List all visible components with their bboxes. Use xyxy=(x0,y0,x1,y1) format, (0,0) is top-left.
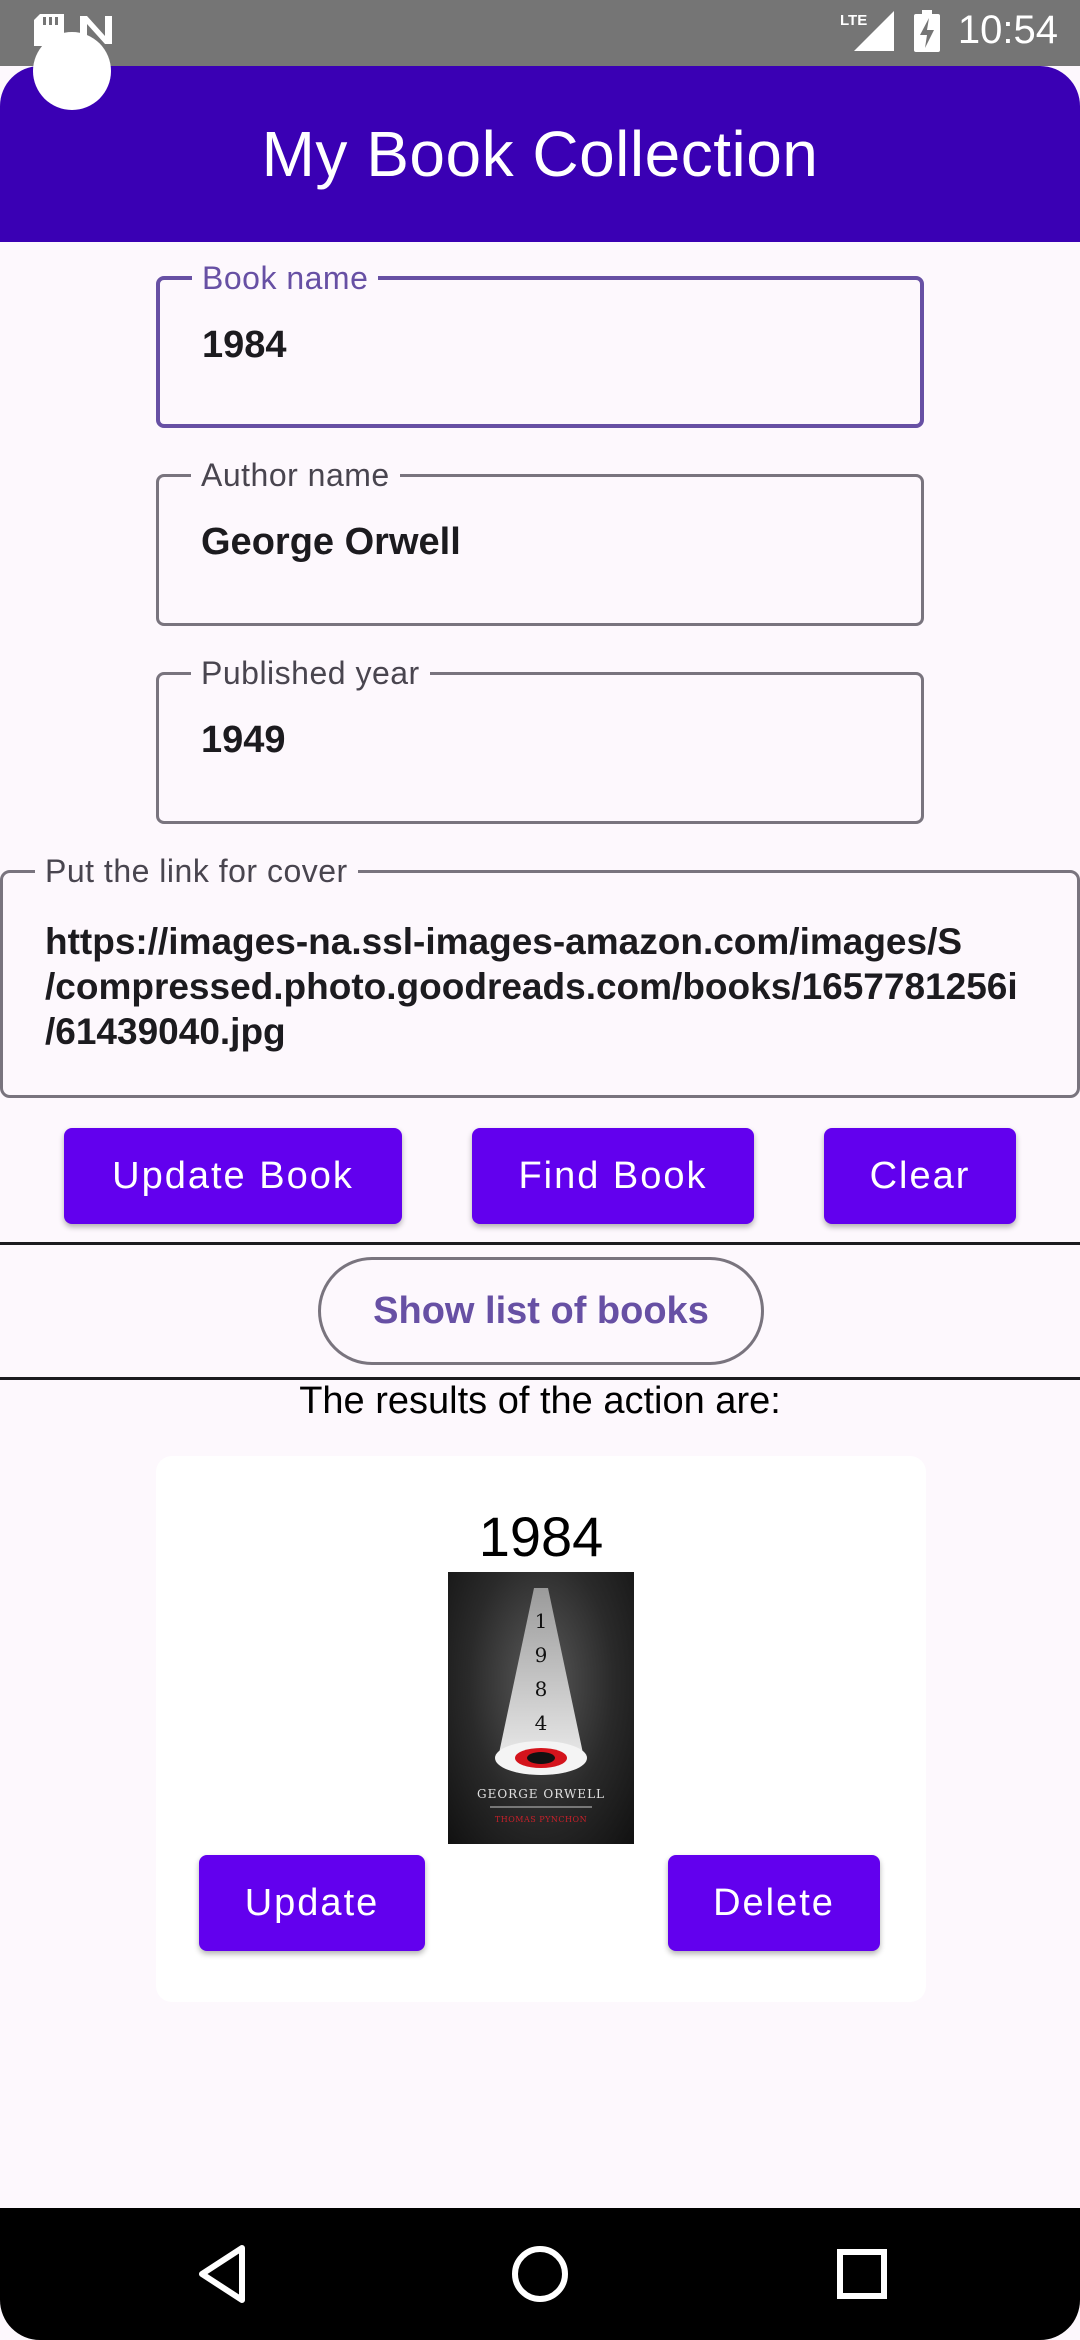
author-name-field[interactable]: Author name George Orwell xyxy=(156,455,924,626)
show-list-button[interactable]: Show list of books xyxy=(318,1257,764,1365)
lte-signal-icon: LTE xyxy=(840,9,896,53)
network-label: LTE xyxy=(840,12,867,29)
cover-author: GEORGE ORWELL xyxy=(477,1787,605,1801)
clear-button[interactable]: Clear xyxy=(824,1128,1016,1224)
book-update-button[interactable]: Update xyxy=(199,1855,425,1951)
results-label: The results of the action are: xyxy=(299,1380,781,1422)
cover-link-label: Put the link for cover xyxy=(35,851,358,891)
published-year-field[interactable]: Published year 1949 xyxy=(156,653,924,824)
author-name-value: George Orwell xyxy=(201,521,461,563)
published-year-label: Published year xyxy=(191,653,430,693)
book-card: 1984 1 9 8 4 GEORGE ORWELL THOMAS PYNCHO… xyxy=(156,1456,926,2002)
divider-top xyxy=(0,1242,1080,1245)
cover-link-field[interactable]: Put the link for cover https://images-na… xyxy=(0,851,1080,1098)
cover-digit-4: 4 xyxy=(535,1711,548,1735)
book-card-title: 1984 xyxy=(478,1505,604,1568)
published-year-value: 1949 xyxy=(201,719,286,761)
home-icon[interactable] xyxy=(508,2242,572,2306)
app-bar: My Book Collection xyxy=(0,66,1080,242)
cover-digit-2: 9 xyxy=(535,1643,548,1667)
book-delete-button[interactable]: Delete xyxy=(668,1855,880,1951)
book-name-label: Book name xyxy=(192,258,379,298)
book-name-value: 1984 xyxy=(202,324,287,366)
cover-subtitle: THOMAS PYNCHON xyxy=(495,1815,587,1824)
book-cover-image: 1 9 8 4 GEORGE ORWELL THOMAS PYNCHON xyxy=(448,1572,634,1844)
floating-touch-indicator xyxy=(33,32,111,110)
cover-digit-1: 1 xyxy=(535,1609,548,1633)
navigation-bar xyxy=(0,2208,1080,2340)
status-time: 10:54 xyxy=(957,8,1058,52)
status-bar-right: LTE 10:54 xyxy=(840,8,1058,53)
cover-digit-3: 8 xyxy=(535,1677,548,1701)
status-bar: LTE 10:54 xyxy=(0,0,1080,66)
back-icon[interactable] xyxy=(194,2242,250,2306)
update-book-button[interactable]: Update Book xyxy=(64,1128,402,1224)
author-name-label: Author name xyxy=(191,455,400,495)
app-title: My Book Collection xyxy=(261,118,819,190)
recents-icon[interactable] xyxy=(834,2242,890,2306)
cover-link-value: https://images-na.ssl-images-amazon.com/… xyxy=(45,921,1018,1052)
book-name-field[interactable]: Book name 1984 xyxy=(156,258,924,428)
find-book-button[interactable]: Find Book xyxy=(472,1128,754,1224)
battery-charging-icon xyxy=(913,9,940,52)
